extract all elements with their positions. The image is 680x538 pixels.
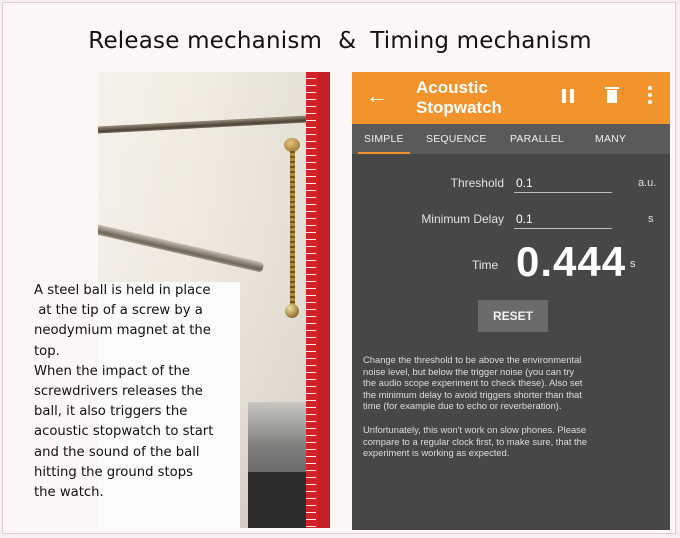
time-unit: s <box>630 258 636 270</box>
caption-line: neodymium magnet at the <box>34 323 211 339</box>
caption-line: acoustic stopwatch to start <box>34 424 214 440</box>
app-bar: ← Acoustic Stopwatch <box>352 72 670 124</box>
threshold-label: Threshold <box>450 176 504 190</box>
caption-line: A steel ball is held in place <box>34 283 211 298</box>
help-line: the minimum delay to avoid triggers shor… <box>363 388 582 400</box>
time-label: Time <box>472 258 499 272</box>
reset-button[interactable]: RESET <box>478 300 548 332</box>
help-line: compare to a regular clock first, to mak… <box>363 435 588 447</box>
threshold-unit: a.u. <box>638 177 657 189</box>
tab-parallel[interactable]: PARALLEL <box>510 133 564 145</box>
caption-line: ball, it also triggers the <box>34 404 188 420</box>
heading-right: Timing mechanism <box>370 28 592 54</box>
back-arrow-icon[interactable]: ← <box>366 84 388 108</box>
heading-left: Release mechanism <box>88 28 323 54</box>
help-text-threshold: Change the threshold to be above the env… <box>363 354 663 412</box>
threshold-input[interactable]: 0.1 <box>516 176 533 190</box>
app-title-line2: Stopwatch <box>416 98 502 117</box>
min-delay-input[interactable]: 0.1 <box>516 212 533 226</box>
caption-text: A steel ball is held in place at the tip… <box>34 281 249 503</box>
more-menu-icon[interactable] <box>648 86 652 106</box>
caption-line: screwdrivers releases the <box>34 384 203 400</box>
tab-bar: SIMPLE SEQUENCE PARALLEL MANY <box>352 124 670 154</box>
tab-sequence[interactable]: SEQUENCE <box>426 133 487 145</box>
heading-ampersand: & <box>338 28 357 54</box>
figure-heading: Release mechanism & Timing mechanism <box>0 28 680 54</box>
app-title-line1: Acoustic <box>416 78 488 97</box>
help-line: Change the threshold to be above the env… <box>363 354 582 365</box>
tab-many[interactable]: MANY <box>595 133 626 145</box>
min-delay-underline <box>514 228 612 229</box>
help-text-warning: Unfortunately, this won't work on slow p… <box>363 424 663 459</box>
help-line: experiment is working as expected. <box>363 447 510 458</box>
stopwatch-app-screen: ← Acoustic Stopwatch SIMPLE SEQUENCE PAR… <box>352 72 670 530</box>
time-value: 0.444 <box>516 238 627 285</box>
caption-line: and the sound of the ball <box>34 444 200 460</box>
photo-floor-dark <box>248 472 306 528</box>
screw <box>290 148 295 308</box>
caption-line: When the impact of the <box>34 363 191 379</box>
help-line: Unfortunately, this won't work on slow p… <box>363 424 587 435</box>
caption-line: hitting the ground stops <box>34 464 193 480</box>
min-delay-label: Minimum Delay <box>421 212 504 226</box>
red-ruler <box>306 72 330 528</box>
help-line: the audio scope experiment to check thes… <box>363 377 583 388</box>
caption-line: top. <box>34 343 60 359</box>
caption-line: at the tip of a screw by a <box>34 303 203 319</box>
threshold-underline <box>514 192 612 193</box>
trash-icon[interactable] <box>605 87 619 103</box>
caption-line: the watch. <box>34 485 104 501</box>
min-delay-unit: s <box>648 213 654 225</box>
tab-simple[interactable]: SIMPLE <box>358 133 410 154</box>
pause-icon[interactable] <box>562 89 574 103</box>
help-line: time (for example due to echo or reverbe… <box>363 400 562 411</box>
steel-ball <box>285 304 299 318</box>
help-line: noise level, but below the trigger noise… <box>363 365 575 377</box>
app-title: Acoustic Stopwatch <box>416 78 502 118</box>
